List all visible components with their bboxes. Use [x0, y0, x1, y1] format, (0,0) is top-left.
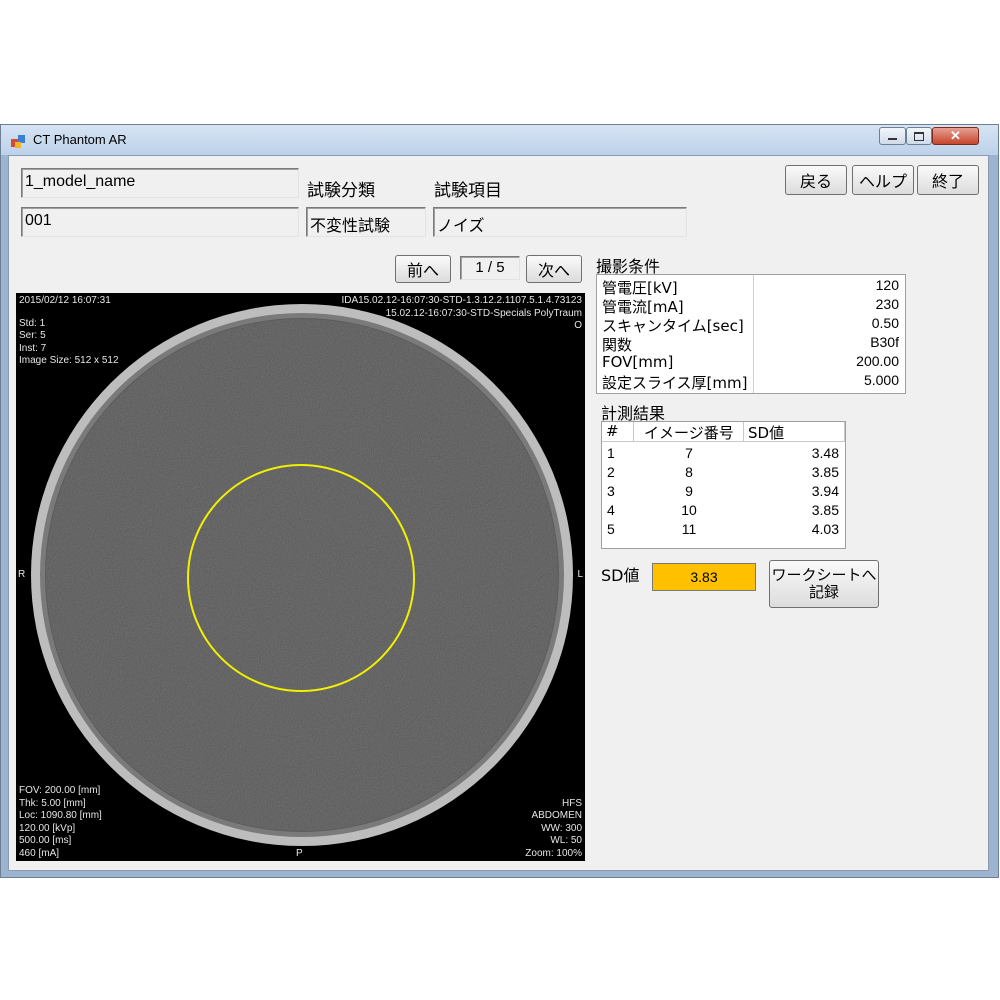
- overlay-inst: Inst: 7: [19, 342, 47, 354]
- row-index: 1: [607, 445, 615, 461]
- overlay-ma: 460 [mA]: [19, 847, 60, 859]
- overlay-bottom-marker: P: [296, 847, 303, 859]
- overlay-study-id: IDA15.02.12-16:07:30-STD-1.3.12.2.1107.5…: [341, 295, 582, 306]
- item-label: 試験項目: [434, 181, 502, 201]
- overlay-bottom-left: FOV: 200.00 [mm] Thk: 5.00 [mm] Loc: 109…: [19, 785, 102, 860]
- app-icon: [11, 135, 25, 148]
- overlay-loc: Loc: 1090.80 [mm]: [19, 810, 102, 821]
- conditions-key: 設定スライス厚[mm]: [602, 374, 748, 392]
- overlay-body-part: ABDOMEN: [531, 810, 582, 821]
- sd-summary-label: SD値: [601, 566, 640, 585]
- category-field[interactable]: 不変性試験: [306, 207, 426, 237]
- maximize-button[interactable]: [906, 127, 932, 145]
- row-image: 10: [681, 502, 697, 518]
- maximize-icon: [914, 131, 924, 141]
- overlay-date: 2015/02/12 16:07:31: [19, 295, 111, 306]
- ct-phantom-image: [31, 304, 573, 846]
- minimize-button[interactable]: [879, 127, 906, 145]
- overlay-image-size: Image Size: 512 x 512: [19, 355, 119, 366]
- overlay-std: Std: 1: [19, 317, 46, 329]
- conditions-row: 関数 B30f: [597, 334, 905, 354]
- table-row[interactable]: 4 10 3.85: [602, 502, 845, 521]
- conditions-row: 管電圧[kV] 120: [597, 277, 905, 297]
- conditions-row: スキャンタイム[sec] 0.50: [597, 315, 905, 335]
- conditions-row: 管電流[mA] 230: [597, 296, 905, 316]
- row-index: 4: [607, 502, 615, 518]
- overlay-top-left: 2015/02/12 16:07:31 Std: 1 Ser: 5 Inst: …: [19, 295, 119, 368]
- overlay-orientation-top: O: [574, 320, 582, 331]
- overlay-wl: WL: 50: [550, 835, 582, 846]
- overlay-top-right: IDA15.02.12-16:07:30-STD-1.3.12.2.1107.5…: [341, 295, 582, 333]
- overlay-zoom: Zoom: 100%: [525, 847, 582, 859]
- conditions-value: 120: [875, 277, 899, 293]
- overlay-thk: Thk: 5.00 [mm]: [19, 797, 86, 809]
- overlay-position: HFS: [562, 797, 582, 809]
- next-button[interactable]: 次へ: [526, 255, 582, 283]
- minimize-icon: [888, 138, 897, 140]
- overlay-series-desc: 15.02.12-16:07:30-STD-Specials PolyTraum: [385, 307, 582, 319]
- conditions-value: 200.00: [856, 353, 899, 369]
- exit-button[interactable]: 終了: [917, 165, 979, 195]
- row-index: 2: [607, 464, 615, 480]
- results-header-index[interactable]: #: [602, 422, 634, 442]
- client-area: 1_model_name 001 試験分類 不変性試験 試験項目 ノイズ 戻る …: [8, 155, 989, 871]
- row-image: 8: [685, 464, 693, 480]
- table-row[interactable]: 1 7 3.48: [602, 445, 845, 464]
- title-bar[interactable]: CT Phantom AR ✕: [1, 125, 998, 155]
- row-image: 11: [681, 521, 697, 537]
- model-name-field[interactable]: 1_model_name: [21, 168, 299, 198]
- overlay-kvp: 120.00 [kVp]: [19, 822, 76, 834]
- conditions-value: 5.000: [863, 372, 899, 388]
- back-button[interactable]: 戻る: [785, 165, 847, 195]
- close-icon: ✕: [950, 128, 961, 143]
- conditions-key: FOV[mm]: [602, 353, 674, 371]
- conditions-value: B30f: [870, 334, 899, 350]
- conditions-row: FOV[mm] 200.00: [597, 353, 905, 372]
- table-row[interactable]: 3 9 3.94: [602, 483, 845, 502]
- row-index: 3: [607, 483, 615, 499]
- row-sd: 3.85: [811, 502, 839, 518]
- row-sd: 3.48: [811, 445, 839, 461]
- conditions-table: 管電圧[kV] 120 管電流[mA] 230 スキャンタイム[sec] 0.5…: [596, 274, 906, 394]
- conditions-row: 設定スライス厚[mm] 5.000: [597, 372, 905, 392]
- overlay-left-marker: R: [18, 569, 26, 580]
- row-image: 7: [685, 445, 693, 461]
- overlay-fov: FOV: 200.00 [mm]: [19, 785, 101, 796]
- row-sd: 4.03: [811, 521, 839, 537]
- conditions-key: 関数: [602, 336, 633, 354]
- app-window: CT Phantom AR ✕ 1_model_name 001 試験分類 不変…: [0, 124, 999, 878]
- overlay-ww: WW: 300: [541, 822, 582, 834]
- row-sd: 3.94: [811, 483, 839, 499]
- row-sd: 3.85: [811, 464, 839, 480]
- results-header-image[interactable]: イメージ番号: [634, 422, 744, 442]
- overlay-ms: 500.00 [ms]: [19, 835, 72, 846]
- category-label: 試験分類: [307, 181, 375, 201]
- overlay-blank: [19, 308, 119, 318]
- row-index: 5: [607, 521, 615, 537]
- conditions-key: 管電流[mA]: [602, 298, 684, 316]
- id-field[interactable]: 001: [21, 207, 299, 237]
- prev-button[interactable]: 前へ: [395, 255, 451, 283]
- image-noise: [46, 319, 558, 831]
- conditions-key: スキャンタイム[sec]: [602, 317, 744, 335]
- overlay-bottom-right: HFS ABDOMEN WW: 300 WL: 50 Zoom: 100%: [525, 798, 582, 861]
- results-table[interactable]: # イメージ番号 SD値 1 7 3.48 2 8 3.85 3 9 3.94 …: [601, 421, 846, 549]
- table-row[interactable]: 2 8 3.85: [602, 464, 845, 483]
- conditions-key: 管電圧[kV]: [602, 279, 678, 297]
- item-field[interactable]: ノイズ: [433, 207, 687, 237]
- window-title: CT Phantom AR: [33, 132, 127, 147]
- results-header-sd[interactable]: SD値: [744, 422, 845, 442]
- row-image: 9: [685, 483, 693, 499]
- table-row[interactable]: 5 11 4.03: [602, 521, 845, 540]
- overlay-right-marker: L: [577, 569, 583, 580]
- sd-summary-value: 3.83: [652, 563, 756, 591]
- ct-image-viewer[interactable]: 2015/02/12 16:07:31 Std: 1 Ser: 5 Inst: …: [16, 293, 585, 861]
- help-button[interactable]: ヘルプ: [852, 165, 914, 195]
- record-to-worksheet-button[interactable]: ワークシートへ 記録: [769, 560, 879, 608]
- conditions-value: 230: [875, 296, 899, 312]
- page-indicator: 1 / 5: [460, 256, 520, 280]
- close-button[interactable]: ✕: [932, 127, 979, 145]
- overlay-ser: Ser: 5: [19, 330, 46, 341]
- conditions-value: 0.50: [871, 315, 899, 331]
